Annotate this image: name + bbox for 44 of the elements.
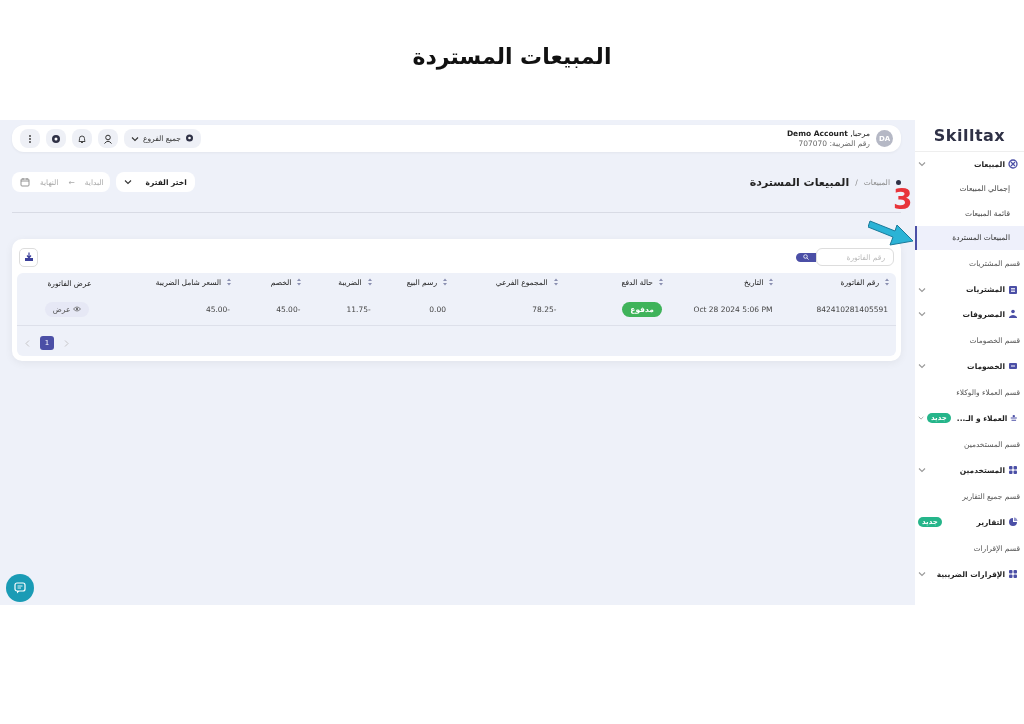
person-icon	[1008, 309, 1018, 320]
logo: Skilltax	[915, 120, 1024, 152]
chevron-down-icon[interactable]	[918, 161, 926, 168]
chevron-down-icon[interactable]	[918, 311, 926, 318]
sort-icon	[366, 278, 373, 287]
bell-icon[interactable]	[77, 133, 87, 144]
sort-icon	[552, 278, 559, 287]
chevron-down-icon[interactable]	[918, 286, 926, 293]
settings-icon[interactable]	[51, 133, 61, 144]
chevron-down-icon[interactable]	[918, 415, 925, 422]
sort-icon	[658, 278, 664, 287]
people-icon	[1010, 413, 1018, 424]
grid-icon	[1008, 465, 1018, 476]
search-icon	[803, 254, 809, 260]
arrow-icon	[868, 218, 914, 246]
calendar-icon	[20, 177, 30, 187]
store-icon	[185, 134, 194, 143]
eye-icon	[73, 306, 82, 312]
chevron-down-icon	[131, 135, 139, 142]
chat-icon	[14, 582, 26, 594]
sort-icon	[442, 278, 448, 287]
grid-icon	[1008, 569, 1018, 580]
page-title: المبيعات المستردة	[412, 43, 612, 72]
step-number: 3	[893, 186, 913, 214]
download-button[interactable]	[19, 247, 38, 267]
chevron-down-icon[interactable]	[918, 363, 926, 370]
list-icon	[1008, 284, 1018, 295]
chevron-left-icon[interactable]	[25, 339, 30, 347]
sort-icon	[226, 278, 233, 287]
chat-button[interactable]	[6, 574, 34, 602]
sort-icon	[296, 278, 303, 287]
sort-icon	[768, 278, 775, 287]
sort-icon	[884, 278, 890, 287]
chevron-down-icon[interactable]	[918, 571, 926, 578]
user-icon[interactable]	[103, 133, 113, 144]
download-icon	[23, 252, 34, 262]
chevron-down-icon[interactable]	[918, 467, 926, 474]
search-button[interactable]	[796, 252, 816, 262]
card-icon	[1008, 361, 1018, 372]
pie-chart-icon	[1008, 517, 1018, 528]
bullet-icon	[896, 179, 901, 185]
page-heading: المبيعات المستردة	[749, 175, 850, 189]
chevron-down-icon	[123, 179, 132, 185]
chevron-right-icon[interactable]	[64, 339, 69, 347]
